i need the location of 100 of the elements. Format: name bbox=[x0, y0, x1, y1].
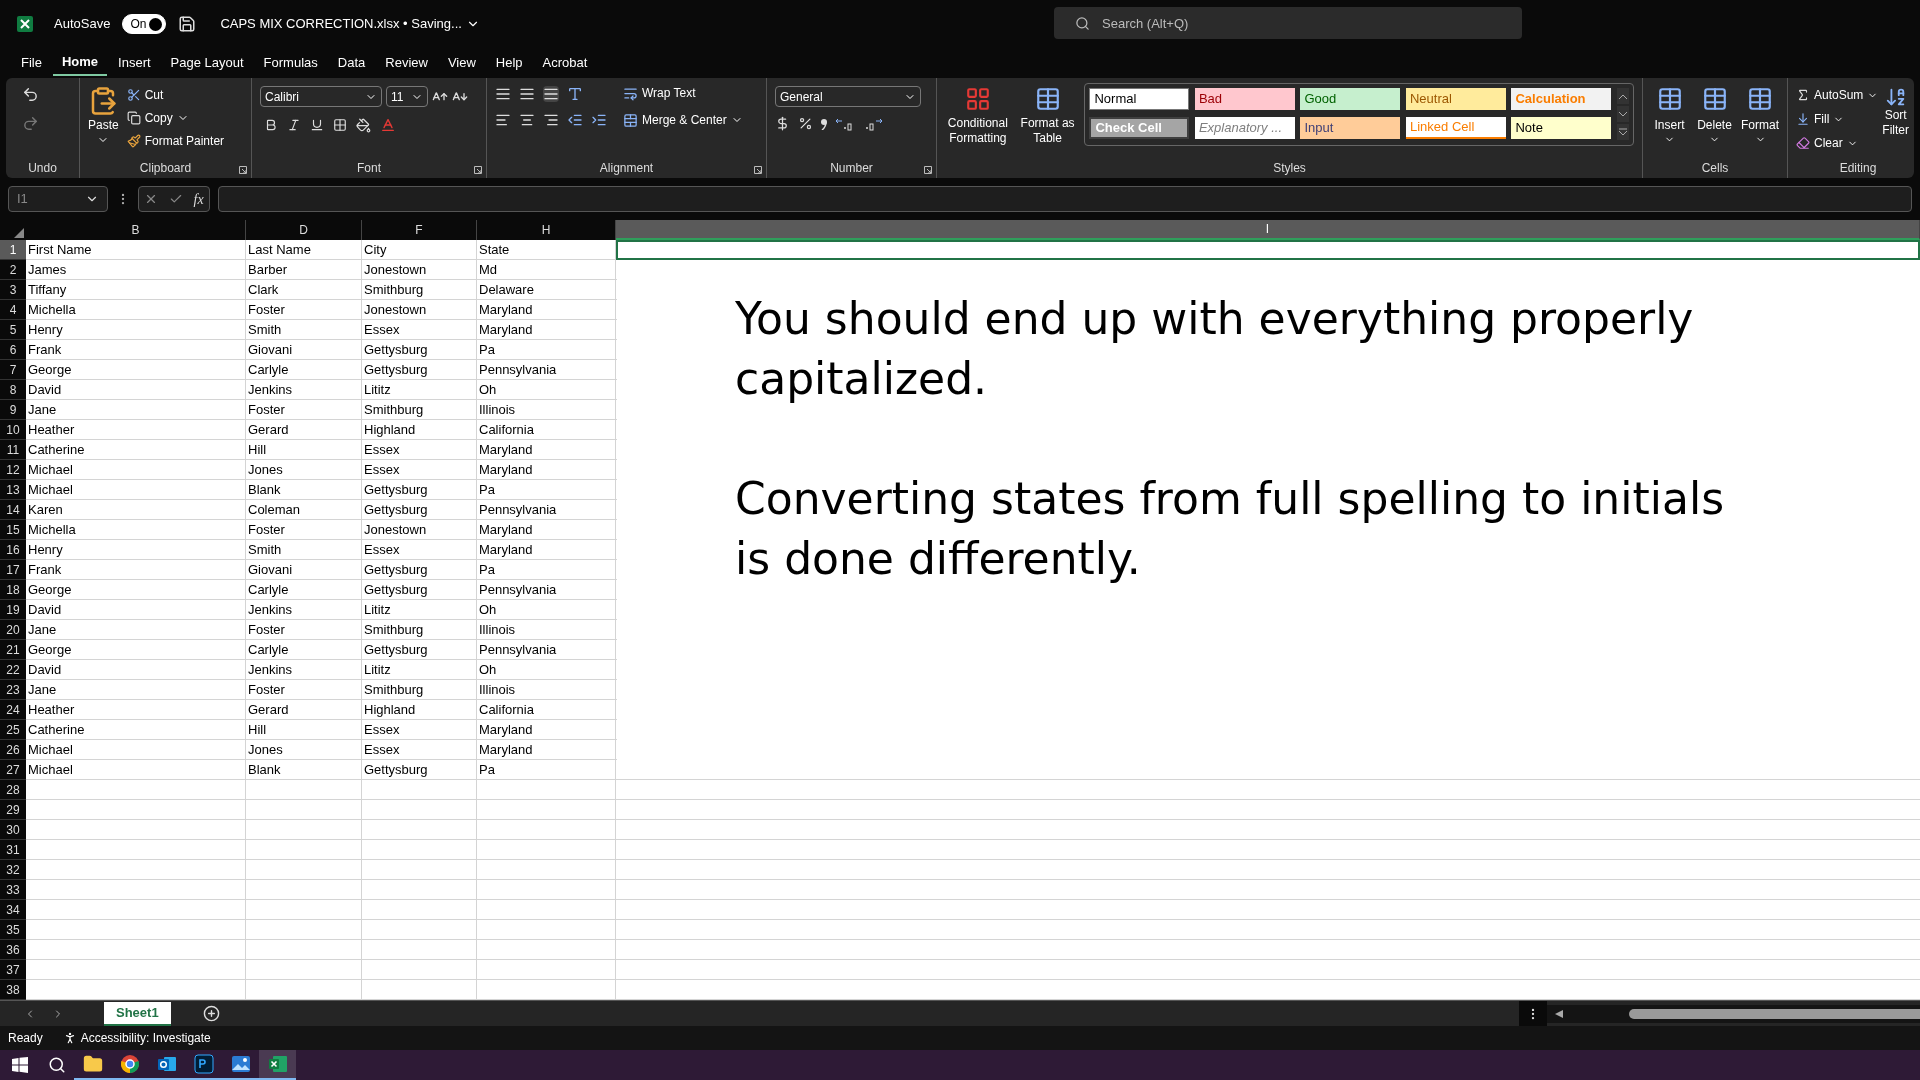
row-header[interactable]: 20 bbox=[0, 620, 26, 640]
row-header[interactable]: 24 bbox=[0, 700, 26, 720]
cells-button[interactable]: Format bbox=[1741, 86, 1779, 145]
row-header[interactable]: 13 bbox=[0, 480, 26, 500]
cut-button[interactable]: Cut bbox=[126, 86, 225, 104]
scroll-left-icon[interactable] bbox=[1555, 1009, 1563, 1018]
cell-style[interactable]: Input bbox=[1300, 117, 1401, 139]
menu-tab[interactable]: Insert bbox=[109, 50, 160, 76]
row-header[interactable]: 21 bbox=[0, 640, 26, 660]
row-header[interactable]: 37 bbox=[0, 960, 26, 980]
menu-tab[interactable]: View bbox=[438, 50, 485, 76]
dialog-launcher-icon[interactable] bbox=[474, 166, 482, 174]
row-header[interactable]: 25 bbox=[0, 720, 26, 740]
format-painter-button[interactable]: Format Painter bbox=[126, 132, 225, 150]
row-header[interactable]: 30 bbox=[0, 820, 26, 840]
search-icon[interactable] bbox=[48, 1056, 66, 1074]
copy-button[interactable]: Copy bbox=[126, 109, 225, 127]
column-header[interactable]: F bbox=[362, 220, 477, 240]
row-header[interactable]: 26 bbox=[0, 740, 26, 760]
save-icon[interactable] bbox=[178, 15, 197, 33]
row-header[interactable]: 35 bbox=[0, 920, 26, 940]
row-header[interactable]: 19 bbox=[0, 600, 26, 620]
row-header[interactable]: 4 bbox=[0, 300, 26, 320]
merge-center-button[interactable]: Merge & Center bbox=[623, 111, 743, 129]
scroll-down-button[interactable] bbox=[1617, 106, 1629, 122]
align-bottom-icon[interactable] bbox=[543, 86, 559, 102]
row-header[interactable]: 2 bbox=[0, 260, 26, 280]
fill-color-icon[interactable] bbox=[356, 117, 371, 133]
enter-icon[interactable] bbox=[168, 192, 183, 206]
clear-button[interactable]: Clear bbox=[1796, 134, 1879, 152]
row-header[interactable]: 22 bbox=[0, 660, 26, 680]
add-sheet-icon[interactable] bbox=[202, 1005, 220, 1022]
dialog-launcher-icon[interactable] bbox=[754, 166, 762, 174]
sort-filter-button[interactable]: Sort Filter bbox=[1882, 82, 1910, 152]
row-header[interactable]: 36 bbox=[0, 940, 26, 960]
row-header[interactable]: 8 bbox=[0, 380, 26, 400]
increase-indent-icon[interactable] bbox=[591, 112, 607, 128]
align-middle-icon[interactable] bbox=[519, 86, 535, 102]
orientation-icon[interactable] bbox=[567, 86, 583, 102]
sheet-tab[interactable]: Sheet1 bbox=[104, 1001, 171, 1026]
row-header[interactable]: 38 bbox=[0, 980, 26, 1000]
align-right-icon[interactable] bbox=[543, 112, 559, 128]
dialog-launcher-icon[interactable] bbox=[239, 166, 247, 174]
start-icon[interactable] bbox=[12, 1057, 28, 1073]
menu-tab[interactable]: Home bbox=[52, 50, 108, 76]
name-box[interactable]: I1 bbox=[8, 186, 108, 212]
font-name-dropdown[interactable]: Calibri bbox=[260, 86, 382, 107]
row-header[interactable]: 3 bbox=[0, 280, 26, 300]
italic-icon[interactable] bbox=[287, 118, 301, 132]
row-header[interactable]: 14 bbox=[0, 500, 26, 520]
menu-tab[interactable]: Help bbox=[486, 50, 532, 76]
menu-tab[interactable]: Acrobat bbox=[533, 50, 597, 76]
number-format-dropdown[interactable]: General bbox=[775, 86, 921, 107]
insert-function-button[interactable]: fx bbox=[193, 188, 204, 210]
align-top-icon[interactable] bbox=[495, 86, 511, 102]
row-header[interactable]: 28 bbox=[0, 780, 26, 800]
row-header[interactable]: 18 bbox=[0, 580, 26, 600]
align-left-icon[interactable] bbox=[495, 112, 511, 128]
borders-icon[interactable] bbox=[333, 118, 347, 132]
row-header[interactable]: 6 bbox=[0, 340, 26, 360]
cell-style[interactable]: Note bbox=[1511, 117, 1612, 139]
row-header[interactable]: 23 bbox=[0, 680, 26, 700]
percent-icon[interactable] bbox=[798, 116, 813, 131]
bold-icon[interactable] bbox=[264, 118, 278, 132]
font-size-dropdown[interactable]: 11 bbox=[386, 86, 428, 107]
menu-tab[interactable]: Page Layout bbox=[161, 50, 253, 76]
formula-input[interactable] bbox=[218, 186, 1912, 212]
cell-style[interactable]: Normal bbox=[1089, 88, 1190, 110]
row-header[interactable]: 15 bbox=[0, 520, 26, 540]
column-header[interactable]: I bbox=[616, 220, 1920, 240]
column-header[interactable]: D bbox=[246, 220, 362, 240]
fill-button[interactable]: Fill bbox=[1796, 110, 1879, 128]
horizontal-scrollbar-thumb[interactable] bbox=[1629, 1008, 1920, 1019]
underline-icon[interactable] bbox=[310, 118, 324, 132]
cell-style[interactable]: Good bbox=[1300, 88, 1401, 110]
autosave-toggle[interactable]: On bbox=[122, 14, 167, 34]
currency-icon[interactable] bbox=[775, 116, 790, 131]
row-header[interactable]: 31 bbox=[0, 840, 26, 860]
row-header[interactable]: 1 bbox=[0, 240, 26, 260]
menu-tab[interactable]: Review bbox=[376, 50, 437, 76]
row-header[interactable]: 34 bbox=[0, 900, 26, 920]
scroll-up-button[interactable] bbox=[1617, 88, 1629, 104]
menu-tab[interactable]: Data bbox=[328, 50, 375, 76]
wrap-text-button[interactable]: Wrap Text bbox=[623, 84, 743, 102]
cells-button[interactable]: Delete bbox=[1696, 86, 1733, 145]
accessibility-button[interactable]: Accessibility: Investigate bbox=[62, 1029, 211, 1047]
select-all-icon[interactable] bbox=[14, 228, 24, 238]
cell-style[interactable]: Explanatory ... bbox=[1194, 117, 1295, 139]
more-styles-button[interactable] bbox=[1617, 124, 1629, 140]
row-header[interactable]: 7 bbox=[0, 360, 26, 380]
search-field[interactable]: Search (Alt+Q) bbox=[1054, 7, 1522, 39]
row-header[interactable]: 33 bbox=[0, 880, 26, 900]
autosum-button[interactable]: AutoSum bbox=[1796, 86, 1879, 104]
paste-button[interactable]: Paste bbox=[88, 82, 119, 150]
row-header[interactable]: 12 bbox=[0, 460, 26, 480]
row-header[interactable]: 27 bbox=[0, 760, 26, 780]
cell-style[interactable]: Bad bbox=[1194, 88, 1295, 110]
column-header[interactable]: B bbox=[26, 220, 246, 240]
row-header[interactable]: 17 bbox=[0, 560, 26, 580]
row-header[interactable]: 29 bbox=[0, 800, 26, 820]
